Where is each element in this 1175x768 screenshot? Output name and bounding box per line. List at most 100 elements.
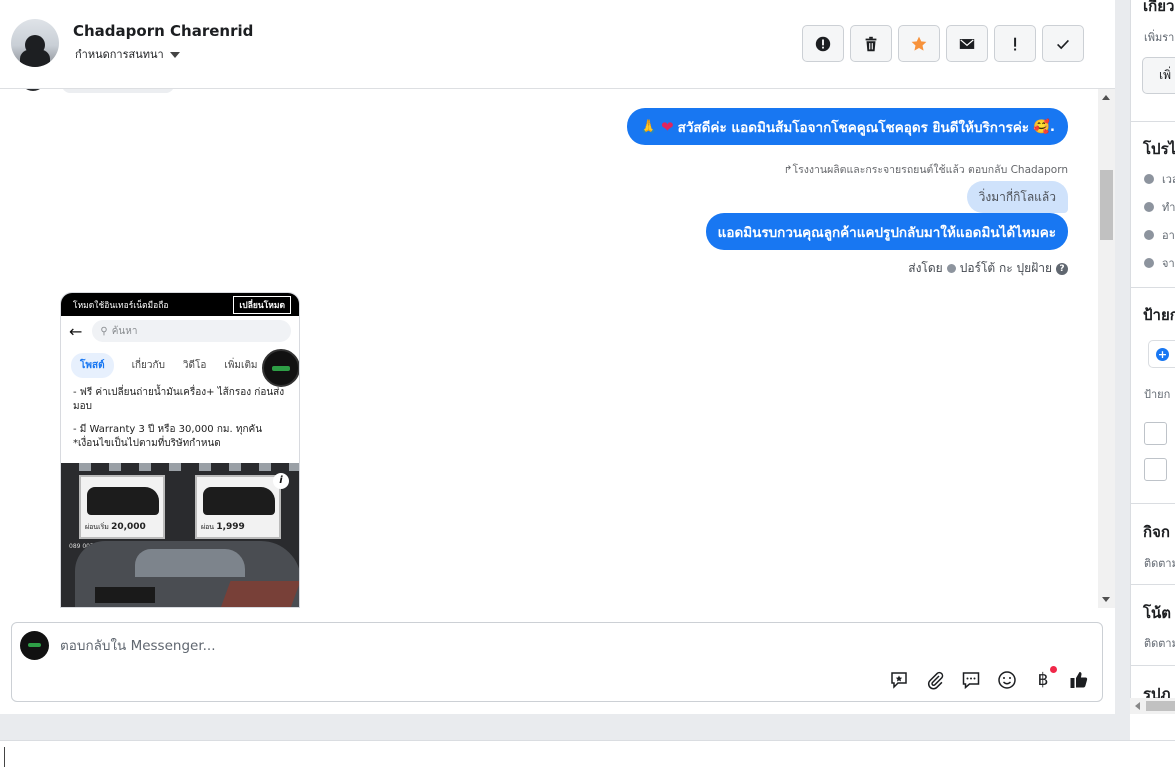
heart-emoji: ❤ [661,117,674,136]
pray-emoji: 🙏 [640,118,658,135]
price-value: 1,999 [216,522,245,532]
price-label: ผ่อน [201,523,215,531]
back-arrow-icon: ← [69,321,83,341]
like-button[interactable] [1068,669,1090,691]
sidebar-profile-title: โปรไ [1143,140,1175,158]
sidebar-add-button[interactable]: เพิ่ [1142,57,1175,94]
emoji-icon [998,671,1016,689]
important-button[interactable] [994,25,1036,62]
sent-by-label: ส่งโดย [908,261,943,275]
help-icon[interactable]: ? [1056,262,1068,275]
image-search-box: ⚲ ค้นหา [92,320,291,342]
panel-gap [0,714,1130,740]
reply-input[interactable] [60,636,760,656]
scroll-up-arrow-icon[interactable] [1102,95,1110,100]
envelope-icon [959,38,975,49]
reply-composer: ฿ [11,622,1103,702]
sidebar-profile-row: อา [1144,226,1175,244]
clock-icon [1144,174,1154,184]
image-tab-videos: วิดีโอ [182,359,207,371]
scroll-thumb[interactable] [1146,701,1175,711]
outgoing-message-greeting[interactable]: 🙏 ❤ สวัสดีค่ะ แอดมินส้มโอจากโชคคูณโชคอุด… [627,108,1068,145]
image-page-logo [262,349,299,387]
bottom-text-bar[interactable] [0,740,1175,768]
conversation-panel: Chadaporn Charenrid กำหนดการสนทนา 🙏 ❤ สว… [0,0,1115,714]
image-tab-about: เกี่ยวกับ [131,359,165,371]
star-icon [911,36,927,51]
image-price-card: ผ่อนเริ่ม 20,000 [79,475,165,539]
follow-up-button[interactable] [898,25,940,62]
label-checkbox[interactable] [1144,458,1167,481]
sidebar-profile-row: ทำ [1144,198,1175,216]
emoji-button[interactable] [996,669,1018,691]
saved-reply-button[interactable] [888,669,910,691]
info-icon: i [273,473,289,489]
chat-bubble-icon [962,672,980,690]
message-thread[interactable]: 🙏 ❤ สวัสดีค่ะ แอดมินส้มโอจากโชคคูณโชคอุด… [0,89,1098,608]
image-post-text: - ฟรี ค่าเปลี่ยนถ่ายน้ำมันเครื่อง+ ไส้กร… [61,384,299,451]
composer-actions: ฿ [888,666,1090,691]
conversation-header: Chadaporn Charenrid กำหนดการสนทนา [0,0,1115,89]
contact-details-sidebar: เกี่ยว เพิ่มรา เพิ่ โปรไ เวล ทำ อา จา ป้… [1130,0,1175,714]
verified-icon [946,264,956,273]
contact-name[interactable]: Chadaporn Charenrid [73,22,253,40]
attach-button[interactable] [924,669,946,691]
sidebar-row-text: อา [1162,229,1175,242]
trash-icon [865,36,877,51]
mark-unread-button[interactable] [946,25,988,62]
truck-photo-large [75,541,299,607]
sidebar-activity-title: กิจก [1143,523,1170,541]
sidebar-horizontal-scrollbar[interactable] [1130,698,1175,714]
sidebar-row-text: เวล [1162,173,1175,186]
location-pin-icon [1144,230,1154,240]
assign-conversation-dropdown[interactable]: กำหนดการสนทนา [75,45,180,63]
baht-payment-icon: ฿ [1037,670,1049,690]
spam-button[interactable] [802,25,844,62]
image-promo-banner: ผ่อนเริ่ม 20,000 ผ่อน 1,999 i 089 007 76… [61,463,299,607]
incoming-image-attachment[interactable]: โหมดใช้อินเทอร์เน็ตมือถือ เปลี่ยนโหมด ← … [60,292,300,608]
reply-context-label: ↱โรงงานผลิตและกระจายรถยนต์ใช้แล้ว ตอบกลั… [783,164,1068,176]
image-text-line: - มี Warranty 3 ปี หรือ 30,000 กม. ทุกคั… [73,424,263,435]
image-mobile-topbar: โหมดใช้อินเทอร์เน็ตมือถือ เปลี่ยนโหมด [61,293,299,316]
notification-dot [1050,666,1057,673]
add-label-button[interactable]: + [1148,340,1175,368]
image-search-row: ← ⚲ ค้นหา [61,316,299,346]
reply-text: แอดมินรบกวนคุณลูกค้าแคปรูปกลับมาให้แอดมิ… [717,224,1056,241]
payment-button[interactable]: ฿ [1032,666,1057,691]
quick-replies-button[interactable] [960,669,982,691]
scroll-left-arrow-icon[interactable] [1135,702,1140,710]
label-checkbox[interactable] [1144,422,1167,445]
outgoing-message-reply[interactable]: แอดมินรบกวนคุณลูกค้าแคปรูปกลับมาให้แอดมิ… [705,213,1068,250]
thread-scrollbar[interactable] [1098,89,1115,608]
image-search-placeholder: ค้นหา [111,325,138,337]
image-switch-mode: เปลี่ยนโหมด [233,295,291,314]
image-tab-more: เพิ่มเติม [224,359,258,371]
contact-avatar[interactable] [11,19,59,67]
scroll-thumb[interactable] [1100,170,1113,240]
quoted-message[interactable]: วิ่งมากี่กิโลแล้ว [966,181,1068,213]
smile-hearts-emoji: 🥰. [1033,118,1055,135]
truck-photo [87,487,159,515]
briefcase-icon [1144,202,1154,212]
sidebar-labels-sub: ป้ายก [1144,388,1171,401]
attachment-icon [927,671,944,690]
image-text-line: *เงื่อนไขเป็นไปตามที่บริษัทกำหนด [73,438,221,449]
location-pin-icon [1144,258,1154,268]
truck-photo [203,487,275,515]
sidebar-about-title: เกี่ยว [1143,0,1175,15]
text-cursor [4,747,5,767]
price-value: 20,000 [111,522,146,532]
image-mode-text: โหมดใช้อินเทอร์เน็ตมือถือ [73,300,169,311]
exclamation-icon [1014,37,1017,50]
sidebar-gutter [1115,0,1130,714]
page-avatar [20,631,49,660]
price-label: ผ่อนเริ่ม [85,523,109,531]
scroll-down-arrow-icon[interactable] [1102,597,1110,602]
sidebar-row-text: ทำ [1162,201,1175,214]
saved-reply-icon [891,672,907,689]
check-icon [1057,39,1069,49]
caret-down-icon [169,52,180,58]
mark-done-button[interactable] [1042,25,1084,62]
delete-button[interactable] [850,25,892,62]
image-tab-posts: โพสต์ [71,352,114,378]
